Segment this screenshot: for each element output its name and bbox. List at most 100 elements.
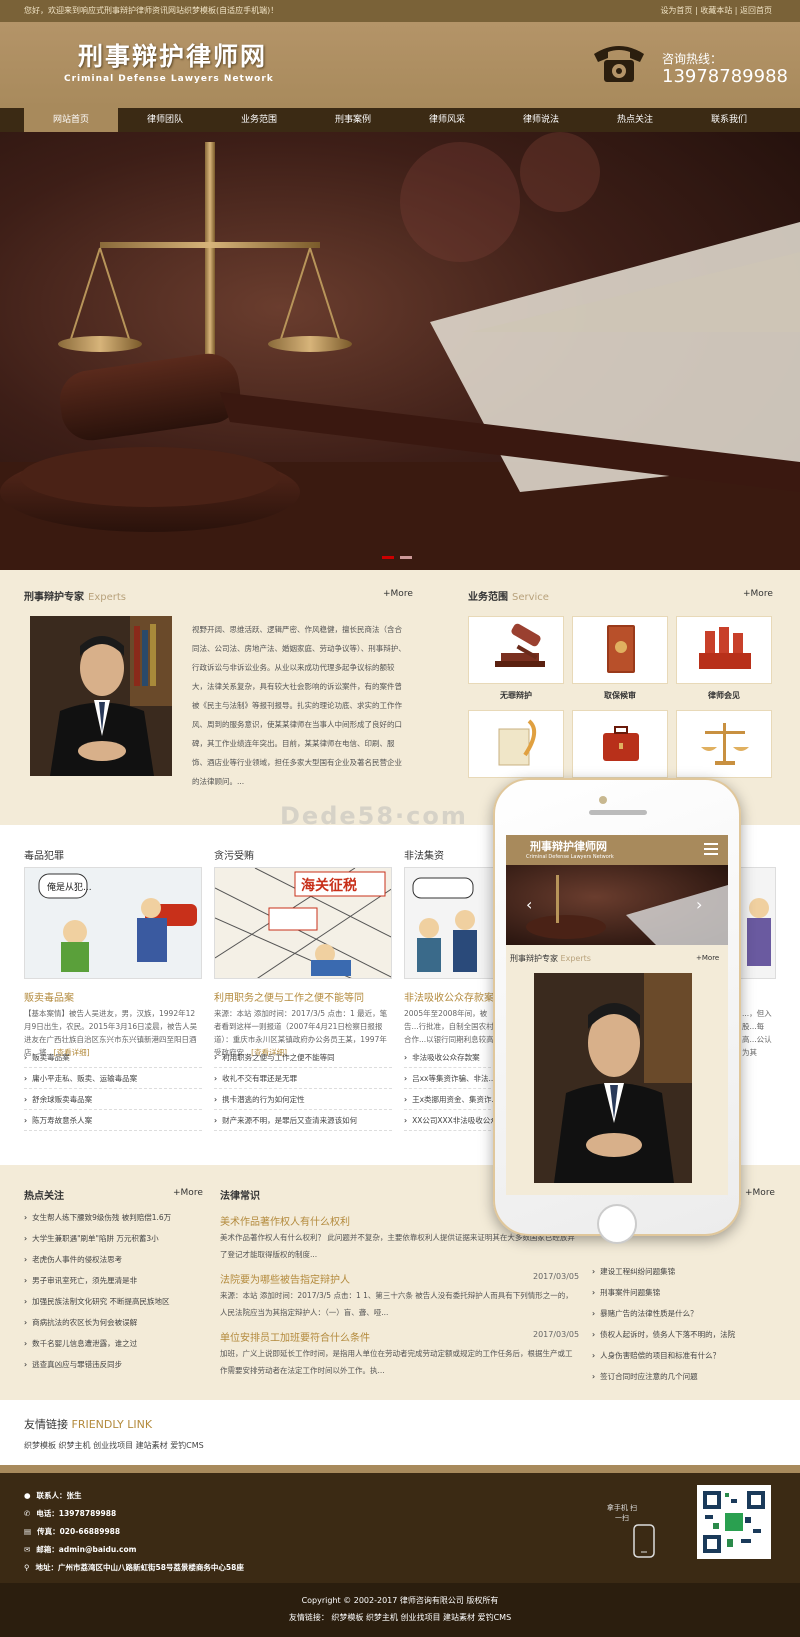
bookmark-link[interactable]: 收藏本站 [700,6,732,15]
main-nav: 网站首页 律师团队 业务范围 刑事案例 律师风采 律师说法 热点关注 联系我们 [0,108,800,132]
footer: ● 联系人：张生 ✆ 电话：13978789988 ▤ 传真：020-66889988… [0,1465,800,1583]
list-item[interactable]: 贩卖毒品案 [24,1047,202,1068]
svg-text:海关征税: 海关征税 [301,877,357,894]
service-card-4[interactable] [468,710,564,778]
phone-section-title: 刑事辩护专家 Experts [510,954,591,963]
law-article-title[interactable]: 法院要为哪些被告指定辩护人 [220,1271,350,1286]
qr-code[interactable] [697,1485,771,1559]
phone-banner[interactable]: ‹ › [506,865,728,945]
service-card-acquittal[interactable] [468,616,564,684]
nav-team[interactable]: 律师团队 [118,108,212,132]
law-article-title[interactable]: 单位安排员工加班要符合什么条件 [220,1329,370,1344]
friend-link[interactable]: 爱钓CMS [170,1441,204,1450]
case-cartoon-image[interactable] [404,867,496,979]
expert-photo[interactable] [30,616,172,776]
slider-dot[interactable] [382,556,394,559]
list-item[interactable]: 债权人起诉时，债务人下落不明的，法院 [592,1324,772,1345]
service-label: 无罪辩护 [500,691,532,700]
list-item[interactable]: 签订合同时应注意的几个问题 [592,1366,772,1387]
service-more-link[interactable]: +More [743,589,773,599]
friend-link[interactable]: 织梦模板 [24,1441,56,1450]
list-item[interactable]: 男子审讯室死亡，须先厘清是非 [24,1270,200,1291]
phone-more-link[interactable]: +More [696,954,719,962]
set-home-link[interactable]: 设为首页 [660,6,692,15]
hero-banner[interactable] [0,132,800,570]
list-item[interactable]: 加强民族法制文化研究 不断提高民族地区 [24,1291,200,1312]
list-item[interactable]: 财产来源不明，是罪后又查清来源该如何 [214,1110,392,1131]
welcome-text: 您好，欢迎来到响应式刑事辩护律师资讯网站织梦模板(自适应手机端)！ [24,6,279,15]
law-heading: 法律常识 [220,1191,260,1202]
mobile-phone-icon [633,1524,655,1558]
list-item[interactable]: 陈万寿故意杀人案 [24,1110,202,1131]
service-card-6[interactable] [676,710,772,778]
case-headline[interactable]: 非法吸收公众存款案 [404,989,494,1004]
case-category-title[interactable]: 贪污受贿 [214,847,254,862]
friend-link[interactable]: 创业找项目 [93,1441,133,1450]
list-item[interactable]: 吕xx等集资诈骗、非法... [404,1068,496,1089]
law-article-date: 2017/03/05 [533,1330,580,1339]
list-item[interactable]: 数千名婴儿信息遭泄露，谁之过 [24,1333,200,1354]
hot-list: 女生帮人练下腰致9级伤残 被判赔偿1.6万 大学生兼职遇"刷单"陷阱 万元积蓄3… [24,1207,200,1375]
list-item[interactable]: 利用职务之便与工作之便不能等同 [214,1047,392,1068]
list-item[interactable]: 非法吸收公众存款案 [404,1047,496,1068]
case-headline[interactable]: 贩卖毒品案 [24,989,74,1004]
case-cartoon-image[interactable]: 俺是从犯... [24,867,202,979]
list-item[interactable]: 女生帮人练下腰致9级伤残 被判赔偿1.6万 [24,1207,200,1228]
scales-icon [701,723,749,765]
nav-business[interactable]: 业务范围 [212,108,306,132]
list-item[interactable]: 王x类挪用资金、集资诈... [404,1089,496,1110]
back-home-link[interactable]: 返回首页 [740,6,772,15]
law-article-title[interactable]: 美术作品著作权人有什么权利 [220,1213,350,1228]
footer-divider [0,1465,800,1473]
chevron-left-icon[interactable]: ‹ [526,895,532,914]
case-headline[interactable]: 利用职务之便与工作之便不能等同 [214,989,364,1004]
service-card-bail[interactable] [572,616,668,684]
case-category-title[interactable]: 非法集资 [404,847,444,862]
list-item[interactable]: 收礼不交有罪还是无罪 [214,1068,392,1089]
list-item[interactable]: 商病抗法的农区长为何会被误解 [24,1312,200,1333]
menu-icon[interactable] [704,843,718,855]
nav-cases[interactable]: 刑事案例 [306,108,400,132]
law-article-date: 2017/03/05 [533,1272,580,1281]
case-cartoon-image[interactable]: 海关征税 [214,867,392,979]
nav-talk[interactable]: 律师说法 [494,108,588,132]
list-item[interactable]: 人身伤害赔偿的项目和标准有什么？ [592,1345,772,1366]
hot-more-link[interactable]: +More [173,1188,203,1198]
list-item[interactable]: 老虎伤人事件的侵权法思考 [24,1249,200,1270]
footer-link[interactable]: 织梦主机 [366,1613,398,1622]
case-category-title[interactable]: 毒品犯罪 [24,847,64,862]
nav-style[interactable]: 律师风采 [400,108,494,132]
service-heading: 业务范围 Service [468,592,549,603]
list-item[interactable]: 逃查真凶应与罪错违反同步 [24,1354,200,1375]
list-item[interactable]: 携卡潜逃的行为如何定性 [214,1089,392,1110]
list-item[interactable]: 舒余球贩卖毒品案 [24,1089,202,1110]
service-card-5[interactable] [572,710,668,778]
friend-link[interactable]: 织梦主机 [59,1441,91,1450]
copyright-bar: Copyright © 2002-2017 律师咨询有限公司 版权所有 友情链接… [0,1583,800,1637]
camera-dot [599,796,607,804]
nav-home[interactable]: 网站首页 [24,108,118,132]
experts-more-link[interactable]: +More [383,589,413,599]
right-more-link[interactable]: +More [745,1188,775,1198]
chevron-right-icon[interactable]: › [696,895,702,914]
nav-contact[interactable]: 联系我们 [682,108,776,132]
list-item[interactable]: 刑事案件问题集锦 [592,1282,772,1303]
list-item[interactable]: 大学生兼职遇"刷单"陷阱 万元积蓄3小 [24,1228,200,1249]
nav-hot[interactable]: 热点关注 [588,108,682,132]
list-item[interactable]: 建设工程纠纷问题集锦 [592,1261,772,1282]
case-cartoon-image[interactable] [740,867,776,979]
slider-dot[interactable] [400,556,412,559]
phone-expert-photo[interactable] [534,973,692,1183]
service-card-meeting[interactable] [676,616,772,684]
footer-link[interactable]: 创业找项目 [400,1613,440,1622]
friend-links-heading: 友情链接 FRIENDLY LINK [24,1418,153,1431]
list-item[interactable]: 暴赌广告的法律性质是什么？ [592,1303,772,1324]
footer-link[interactable]: 建站素材 [443,1613,475,1622]
logo-title[interactable]: 刑事辩护律师网 [78,37,267,73]
briefcase-icon [603,726,639,761]
footer-link[interactable]: 织梦模板 [331,1613,363,1622]
list-item[interactable]: XX公司XXX非法吸收公众... [404,1110,496,1131]
footer-link[interactable]: 爱钓CMS [478,1613,512,1622]
list-item[interactable]: 庸小平走私、贩卖、运输毒品案 [24,1068,202,1089]
friend-link[interactable]: 建站素材 [136,1441,168,1450]
